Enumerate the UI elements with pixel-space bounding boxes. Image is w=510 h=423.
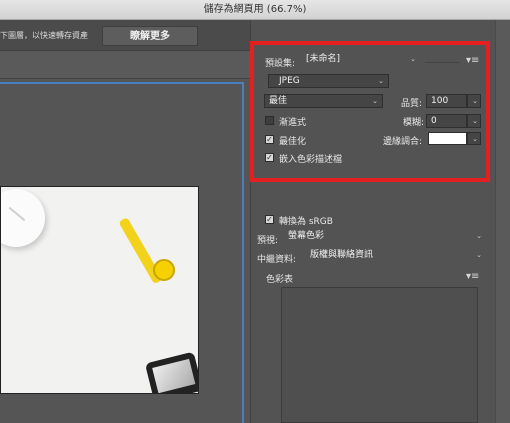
chevron-down-icon: ⌄ xyxy=(476,232,482,240)
side-scroll-strip[interactable] xyxy=(495,20,510,423)
phone-shape xyxy=(144,351,198,393)
settings-highlight-box xyxy=(250,41,490,182)
color-table-menu-icon[interactable]: ▾≡ xyxy=(466,271,479,282)
preview-dropdown[interactable]: 螢幕色彩 ⌄ xyxy=(284,230,486,244)
convert-srgb-label: 轉換為 sRGB xyxy=(279,217,333,227)
preview-image xyxy=(0,186,199,394)
window-title: 儲存為網頁用 (66.7%) xyxy=(203,4,307,15)
mouse-shape xyxy=(1,189,45,247)
metadata-dropdown[interactable]: 版權與聯絡資訊 ⌄ xyxy=(306,249,486,263)
color-table xyxy=(281,287,478,423)
metadata-value: 版權與聯絡資訊 xyxy=(310,250,374,260)
preview-value: 螢幕色彩 xyxy=(288,231,325,241)
learn-more-button[interactable]: 瞭解更多 xyxy=(102,26,198,46)
watch-face-shape xyxy=(153,259,175,281)
chevron-down-icon: ⌄ xyxy=(476,251,482,259)
window-title-bar: 儲存為網頁用 (66.7%) xyxy=(0,0,510,20)
export-hint-text: 下圖層，以快速轉存資產 xyxy=(0,31,88,40)
preview-label: 預視: xyxy=(257,236,279,246)
view-tab-strip xyxy=(0,51,250,79)
color-table-label: 色彩表 xyxy=(266,275,294,285)
top-toolbar: 下圖層，以快速轉存資產 瞭解更多 xyxy=(0,20,250,51)
metadata-label: 中繼資料: xyxy=(257,255,297,265)
convert-srgb-checkbox[interactable]: ✓ xyxy=(265,215,274,224)
